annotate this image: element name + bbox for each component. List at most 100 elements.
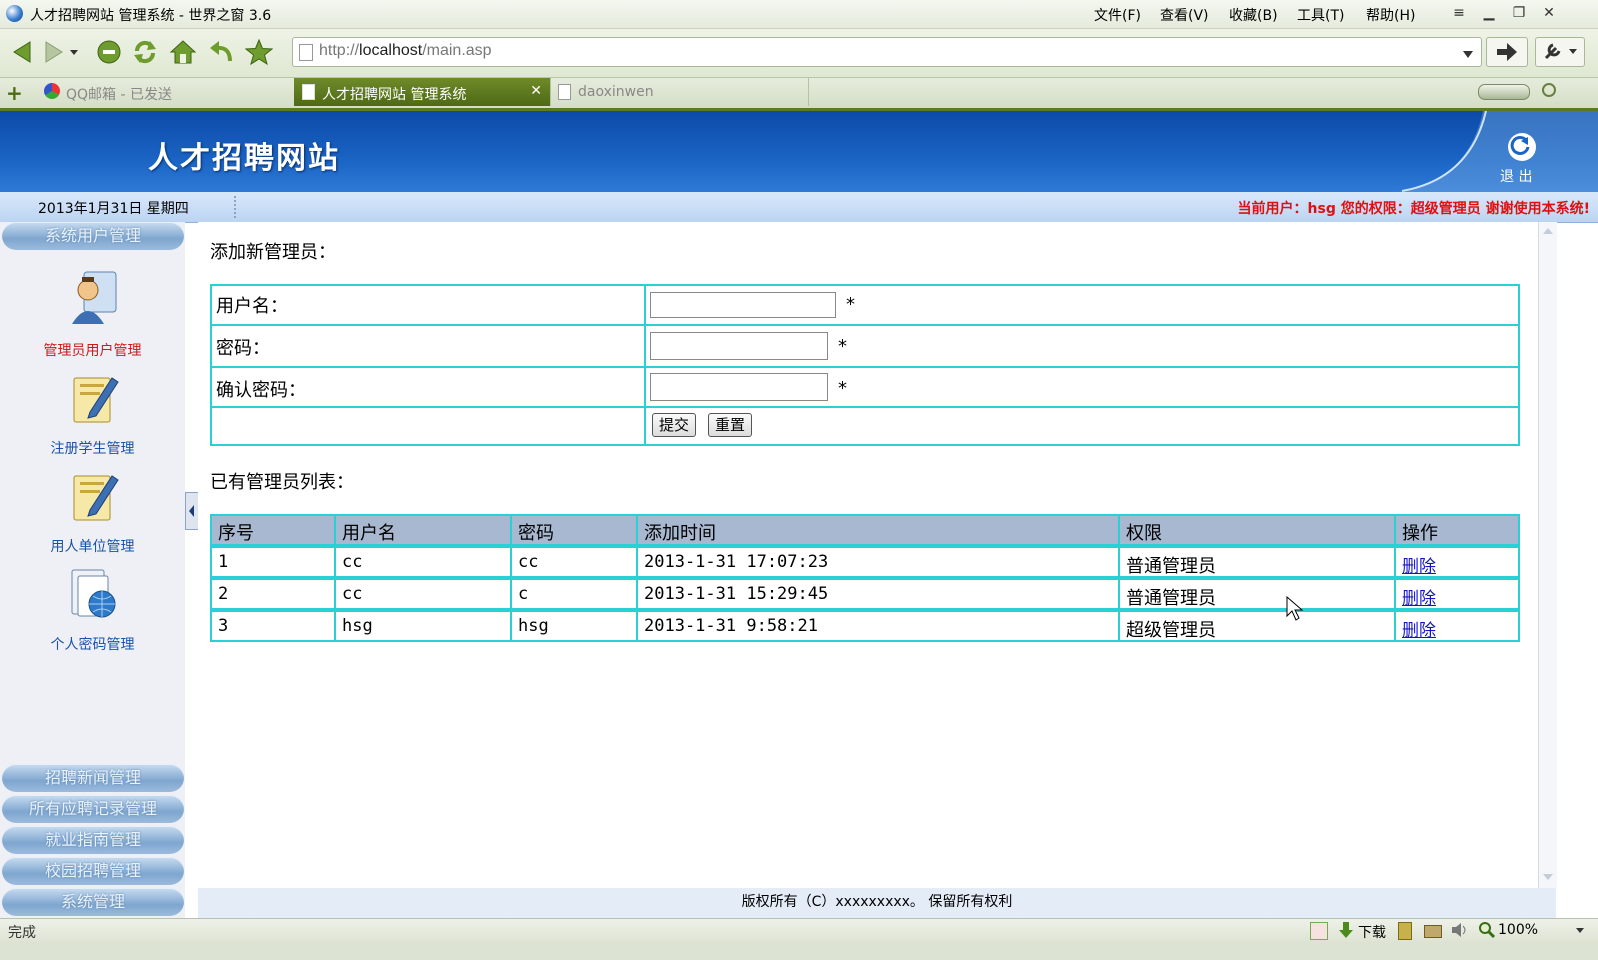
favorites-star-icon[interactable] (244, 37, 274, 67)
stop-icon[interactable] (94, 37, 124, 67)
form-input-cell: * (644, 366, 1520, 408)
form-label-cell: 确认密码： (210, 366, 646, 408)
minimize-icon[interactable]: ▁ (1478, 3, 1500, 23)
table-cell: 3 (210, 610, 336, 642)
column-header: 权限 (1118, 514, 1396, 546)
logout-button[interactable]: 退 出 (1494, 131, 1552, 191)
restore-icon[interactable]: ❐ (1508, 3, 1530, 23)
scroll-up-icon[interactable] (1542, 226, 1554, 236)
sidebar-collapse-handle[interactable] (185, 492, 199, 530)
form-label-cell: 用户名： (210, 284, 646, 326)
delete-link[interactable]: 删除 (1402, 557, 1436, 577)
table-cell: hsg (334, 610, 512, 642)
window-title-bar: 人才招聘网站 管理系统 - 世界之窗 3.6 文件(F) 查看(V) 收藏(B)… (0, 0, 1598, 29)
admin-list-heading: 已有管理员列表： (210, 472, 354, 493)
tools-button[interactable] (1535, 37, 1585, 67)
username-label: 用户名： (216, 296, 288, 317)
tab-label: 人才招聘网站 管理系统 (322, 87, 467, 103)
back-icon[interactable] (8, 37, 38, 67)
table-cell: hsg (510, 610, 638, 642)
sidebar-group-applications[interactable]: 所有应聘记录管理 (2, 795, 184, 823)
tab-close-icon[interactable]: ✕ (530, 83, 542, 99)
menu-toggle-icon[interactable]: ≡ (1448, 3, 1470, 23)
current-user-info: 当前用户：hsg 您的权限：超级管理员 谢谢使用本系统! (1237, 201, 1590, 217)
mouse-cursor-icon (1286, 596, 1304, 621)
username-input[interactable] (650, 292, 836, 318)
sidebar-group-news[interactable]: 招聘新闻管理 (2, 764, 184, 792)
sidebar-item-label: 个人密码管理 (50, 637, 135, 653)
address-dropdown-icon[interactable] (1463, 47, 1473, 63)
table-cell: cc (510, 546, 638, 578)
column-header: 添加时间 (636, 514, 1120, 546)
volume-icon[interactable] (1450, 921, 1470, 939)
form-button-cell: 提交 重置 (644, 406, 1520, 446)
history-dropdown-icon[interactable] (66, 37, 82, 67)
confirm-password-input[interactable] (650, 373, 828, 401)
admin-user-icon (72, 271, 117, 324)
navigation-toolbar: http://localhost/main.asp (0, 29, 1598, 78)
sidebar-item-students[interactable]: 注册学生管理 (20, 366, 165, 458)
table-cell: cc (334, 578, 512, 610)
delete-link[interactable]: 删除 (1402, 621, 1436, 641)
address-url[interactable]: http://localhost/main.asp (319, 42, 492, 60)
browser-logo-icon (6, 5, 23, 22)
tab-recruitment-admin[interactable]: 人才招聘网站 管理系统 ✕ (294, 78, 551, 106)
tab-menu-icon[interactable] (1542, 83, 1556, 97)
sidebar-group-career-guide[interactable]: 就业指南管理 (2, 826, 184, 854)
sidebar-item-password[interactable]: 个人密码管理 (20, 562, 165, 654)
sidebar-item-admin-users[interactable]: 管理员用户管理 (20, 268, 165, 360)
tab-bar: + QQ邮箱 - 已发送 人才招聘网站 管理系统 ✕ daoxinwen (0, 78, 1598, 111)
zoom-icon[interactable] (1478, 921, 1496, 939)
delete-link[interactable]: 删除 (1402, 589, 1436, 609)
sidebar-item-label: 管理员用户管理 (43, 343, 142, 359)
submit-button[interactable]: 提交 (652, 413, 696, 437)
column-header: 序号 (210, 514, 336, 546)
password-input[interactable] (650, 332, 828, 360)
page-icon (299, 44, 313, 61)
reset-button[interactable]: 重置 (708, 413, 752, 437)
sidebar-group-campus-recruit[interactable]: 校园招聘管理 (2, 857, 184, 885)
zoom-level[interactable]: 100% (1498, 922, 1538, 938)
download-label[interactable]: 下载 (1358, 922, 1386, 942)
refresh-icon[interactable] (130, 37, 160, 67)
menu-help[interactable]: 帮助(H) (1366, 5, 1415, 25)
table-cell: 普通管理员 (1118, 546, 1396, 578)
home-icon[interactable] (168, 37, 198, 67)
sidebar-group-system-users[interactable]: 系统用户管理 (2, 222, 184, 250)
menu-file[interactable]: 文件(F) (1094, 5, 1141, 25)
password-label: 密码： (216, 338, 270, 359)
tab-scroll-icon[interactable] (1478, 84, 1530, 100)
sidebar-group-system[interactable]: 系统管理 (2, 888, 184, 916)
tab-daoxinwen[interactable]: daoxinwen (550, 78, 809, 106)
menu-view[interactable]: 查看(V) (1160, 5, 1209, 25)
info-strip: 2013年1月31日 星期四 当前用户：hsg 您的权限：超级管理员 谢谢使用本… (0, 192, 1598, 223)
main-content: 添加新管理员： 用户名： * 密码： * 确认密码： * 提交 重置 已有管理员… (198, 222, 1538, 888)
globe-document-icon (71, 569, 116, 618)
download-icon[interactable] (1338, 921, 1354, 939)
menu-tools[interactable]: 工具(T) (1297, 5, 1344, 25)
popup-blocker-icon[interactable] (1310, 922, 1328, 940)
briefcase-icon[interactable] (1424, 925, 1442, 938)
address-bar[interactable]: http://localhost/main.asp (292, 37, 1482, 67)
menu-favorites[interactable]: 收藏(B) (1229, 5, 1278, 25)
new-tab-icon[interactable]: + (6, 81, 23, 105)
tab-label: daoxinwen (578, 84, 654, 100)
vertical-scrollbar[interactable] (1538, 222, 1557, 888)
required-mark: * (838, 336, 847, 357)
table-cell: 普通管理员 (1118, 578, 1396, 610)
tab-label: QQ邮箱 - 已发送 (66, 87, 172, 103)
logout-label: 退 出 (1500, 169, 1533, 185)
status-text: 完成 (8, 925, 36, 941)
zoom-dropdown-icon[interactable] (1576, 928, 1584, 934)
page-footer: 版权所有（C）xxxxxxxxx。 保留所有权利 (198, 888, 1556, 918)
clipboard-icon[interactable] (1398, 922, 1412, 940)
close-icon[interactable]: ✕ (1538, 3, 1560, 23)
scroll-down-icon[interactable] (1542, 872, 1554, 882)
tab-qq-mail[interactable]: QQ邮箱 - 已发送 (38, 78, 295, 106)
page-icon (558, 84, 571, 100)
sidebar: 系统用户管理 管理员用户管理 注册学生管理 用人单位管理 个人密码管理 招聘新闻… (0, 222, 185, 934)
undo-close-icon[interactable] (206, 37, 236, 67)
forward-icon[interactable] (38, 37, 68, 67)
sidebar-item-employers[interactable]: 用人单位管理 (20, 464, 165, 556)
go-button[interactable] (1486, 37, 1528, 67)
